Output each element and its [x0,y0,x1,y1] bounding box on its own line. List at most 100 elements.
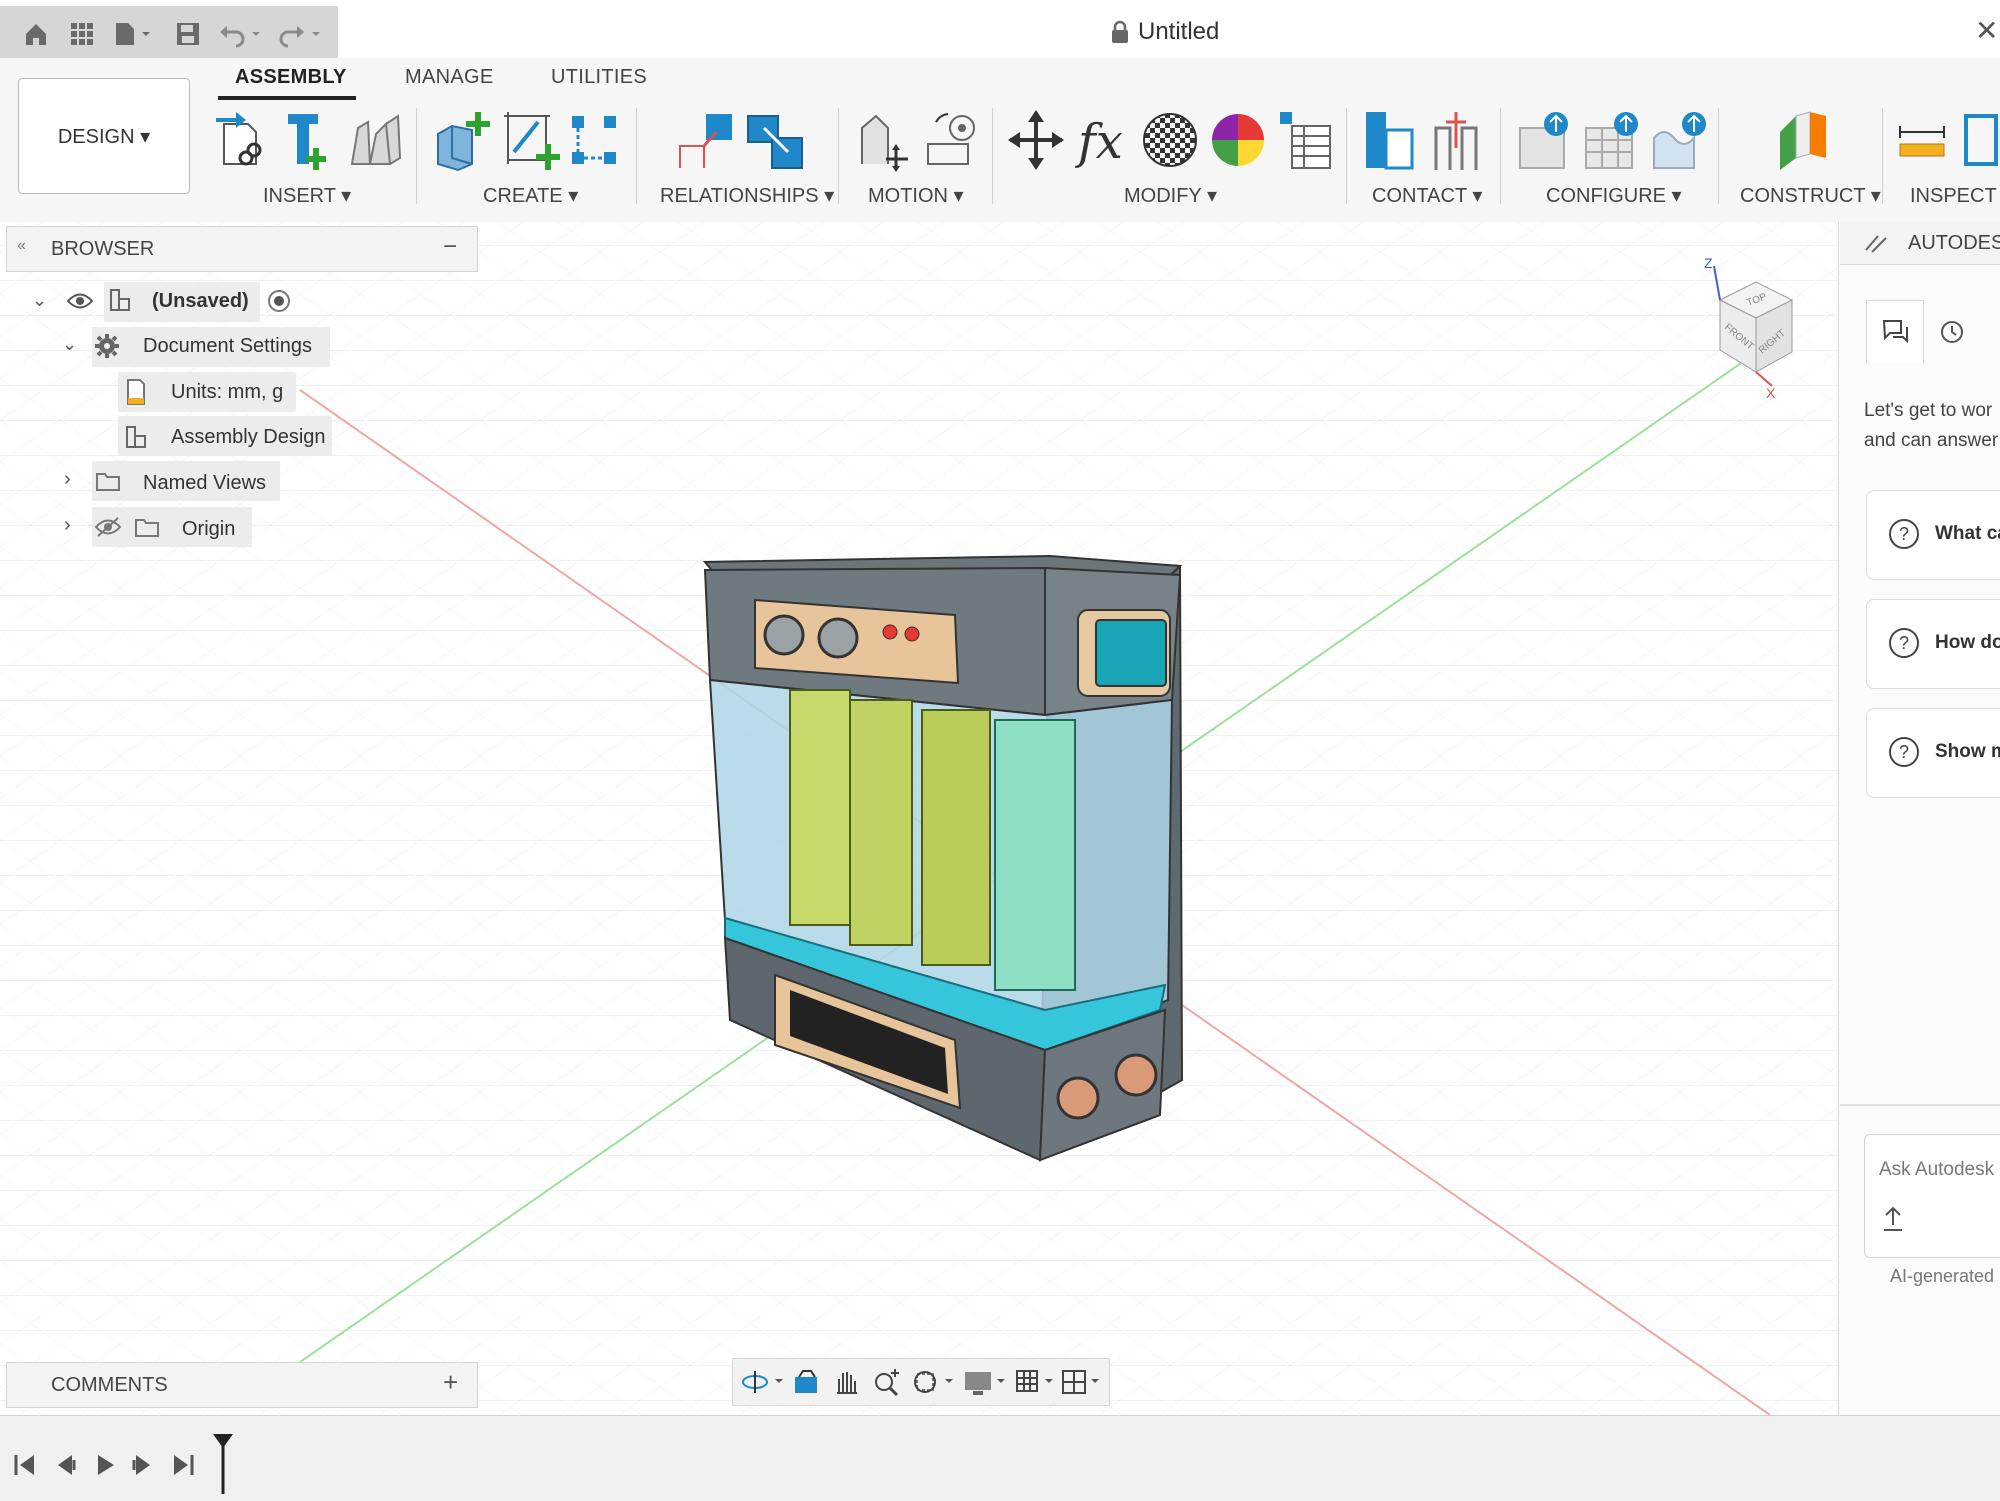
contact-group-label[interactable]: CONTACT ▾ [1372,183,1482,208]
tree-item-named-views[interactable]: Named Views [143,472,266,495]
inspect-group-label[interactable]: INSPECT ▾ [1910,183,2000,208]
chevron-down-icon[interactable]: ⌄ [32,290,47,311]
zoom-icon[interactable] [871,1367,903,1397]
eye-icon[interactable] [66,290,94,312]
look-at-icon[interactable] [791,1367,821,1397]
model-port-2 [1114,1053,1158,1097]
assistant-header: AUTODESK [1840,222,2000,265]
suggestion-text-1: What ca [1935,523,2000,544]
manage-materials-icon[interactable] [1276,108,1336,172]
insert-group-label[interactable]: INSERT ▾ [263,183,351,208]
pan-icon[interactable] [831,1367,861,1397]
model-display-screen [1095,619,1167,687]
configure-design-icon[interactable] [1516,108,1572,172]
timeline-marker[interactable] [210,1432,236,1496]
tab-assembly[interactable]: ASSEMBLY [235,66,347,89]
history-icon[interactable] [1938,318,1966,346]
comments-panel-header[interactable]: COMMENTS + [6,1362,478,1408]
assistant-input-box[interactable]: Ask Autodesk [1864,1134,2000,1258]
move-copy-icon[interactable] [1008,108,1064,172]
model-led-2 [904,626,920,642]
create-group-label[interactable]: CREATE ▾ [483,183,578,208]
browser-title: BROWSER [51,238,155,260]
relationships-group-label[interactable]: RELATIONSHIPS ▾ [660,183,834,208]
minimize-icon[interactable]: − [443,233,457,261]
tree-item-unsaved[interactable]: (Unsaved) [152,290,249,313]
physical-material-icon[interactable] [1140,108,1200,172]
go-to-end-icon[interactable] [170,1452,196,1478]
enable-contact-icon[interactable] [1428,108,1484,172]
drive-joints-icon[interactable] [854,108,914,172]
save-icon[interactable] [174,20,202,48]
file-menu-icon[interactable] [112,20,156,48]
assembly-component-icon [110,289,130,311]
activate-radio-icon[interactable] [266,288,292,314]
configure-group-label[interactable]: CONFIGURE ▾ [1546,183,1682,208]
units-file-icon [127,379,145,405]
tree-item-origin[interactable]: Origin [182,518,235,541]
close-icon[interactable]: ✕ [1975,14,1998,47]
as-built-joint-icon[interactable] [744,108,806,172]
quick-access-toolbar [0,6,338,58]
step-back-icon[interactable] [52,1452,78,1478]
assistant-chat-tab[interactable] [1866,300,1924,363]
new-component-icon[interactable] [432,108,492,172]
tree-item-assembly-design[interactable]: Assembly Design [171,426,326,449]
eye-hidden-icon[interactable] [94,516,122,538]
tree-item-units[interactable]: Units: mm, g [171,381,283,404]
configuration-table-icon[interactable] [1582,108,1642,172]
step-forward-icon[interactable] [130,1452,156,1478]
model-cell-3 [921,709,991,966]
browser-panel-header[interactable]: « BROWSER − [6,226,478,272]
construct-group-label[interactable]: CONSTRUCT ▾ [1740,183,1881,208]
appearance-icon[interactable] [1208,108,1268,172]
viewports-icon[interactable] [1059,1367,1105,1397]
fit-icon[interactable] [911,1367,957,1397]
modify-group-label[interactable]: MODIFY ▾ [1124,183,1217,208]
suggestion-card-2[interactable]: ? How do [1866,599,2000,689]
suggestion-card-3[interactable]: ? Show m [1866,708,2000,798]
tab-manage[interactable]: MANAGE [405,66,493,89]
upload-icon[interactable] [1881,1205,1905,1233]
motion-link-icon[interactable] [922,108,982,172]
chevron-right-icon[interactable]: › [64,514,71,537]
assistant-intro-line1: Let's get to wor [1864,400,1993,421]
joint-icon[interactable] [676,108,740,172]
insert-component-icon[interactable] [212,108,268,172]
insert-mesh-icon[interactable] [346,108,404,172]
chevron-down-icon[interactable]: ⌄ [62,334,77,355]
orbit-icon[interactable] [741,1367,787,1397]
create-sketch-icon[interactable] [500,108,562,172]
grid-settings-icon[interactable] [1013,1367,1059,1397]
assistant-logo-icon [1865,235,1887,253]
display-settings-icon[interactable] [963,1367,1009,1397]
configuration-rule-icon[interactable] [1650,108,1710,172]
offset-plane-icon[interactable] [1774,108,1830,172]
apps-grid-icon[interactable] [68,20,96,48]
tree-item-document-settings[interactable]: Document Settings [143,335,312,358]
play-icon[interactable] [92,1452,118,1478]
home-icon[interactable] [22,20,50,48]
interference-icon[interactable] [1962,108,2000,172]
suggestion-text-3: Show m [1935,741,2000,762]
help-icon: ? [1889,628,1919,658]
collapse-panel-icon[interactable]: « [17,237,26,255]
redo-icon[interactable] [278,20,324,48]
suggestion-card-1[interactable]: ? What ca [1866,490,2000,580]
parameters-icon[interactable]: fx [1074,108,1134,172]
insert-fastener-icon[interactable] [280,108,336,172]
model-cell-1 [789,689,851,926]
rigid-group-icon[interactable] [568,108,620,172]
chevron-right-icon[interactable]: › [64,468,71,491]
measure-icon[interactable] [1896,118,1948,162]
contact-sets-icon[interactable] [1362,108,1418,172]
model-cell-2 [849,699,913,946]
motion-group-label[interactable]: MOTION ▾ [868,183,964,208]
view-cube[interactable]: TOP FRONT RIGHT Z X [1700,250,1820,400]
folder-icon [96,473,120,491]
add-comment-icon[interactable]: + [443,1367,458,1398]
go-to-start-icon[interactable] [12,1452,38,1478]
undo-icon[interactable] [218,20,264,48]
tab-utilities[interactable]: UTILITIES [551,66,647,89]
workspace-switcher-button[interactable]: DESIGN ▾ [18,78,190,194]
